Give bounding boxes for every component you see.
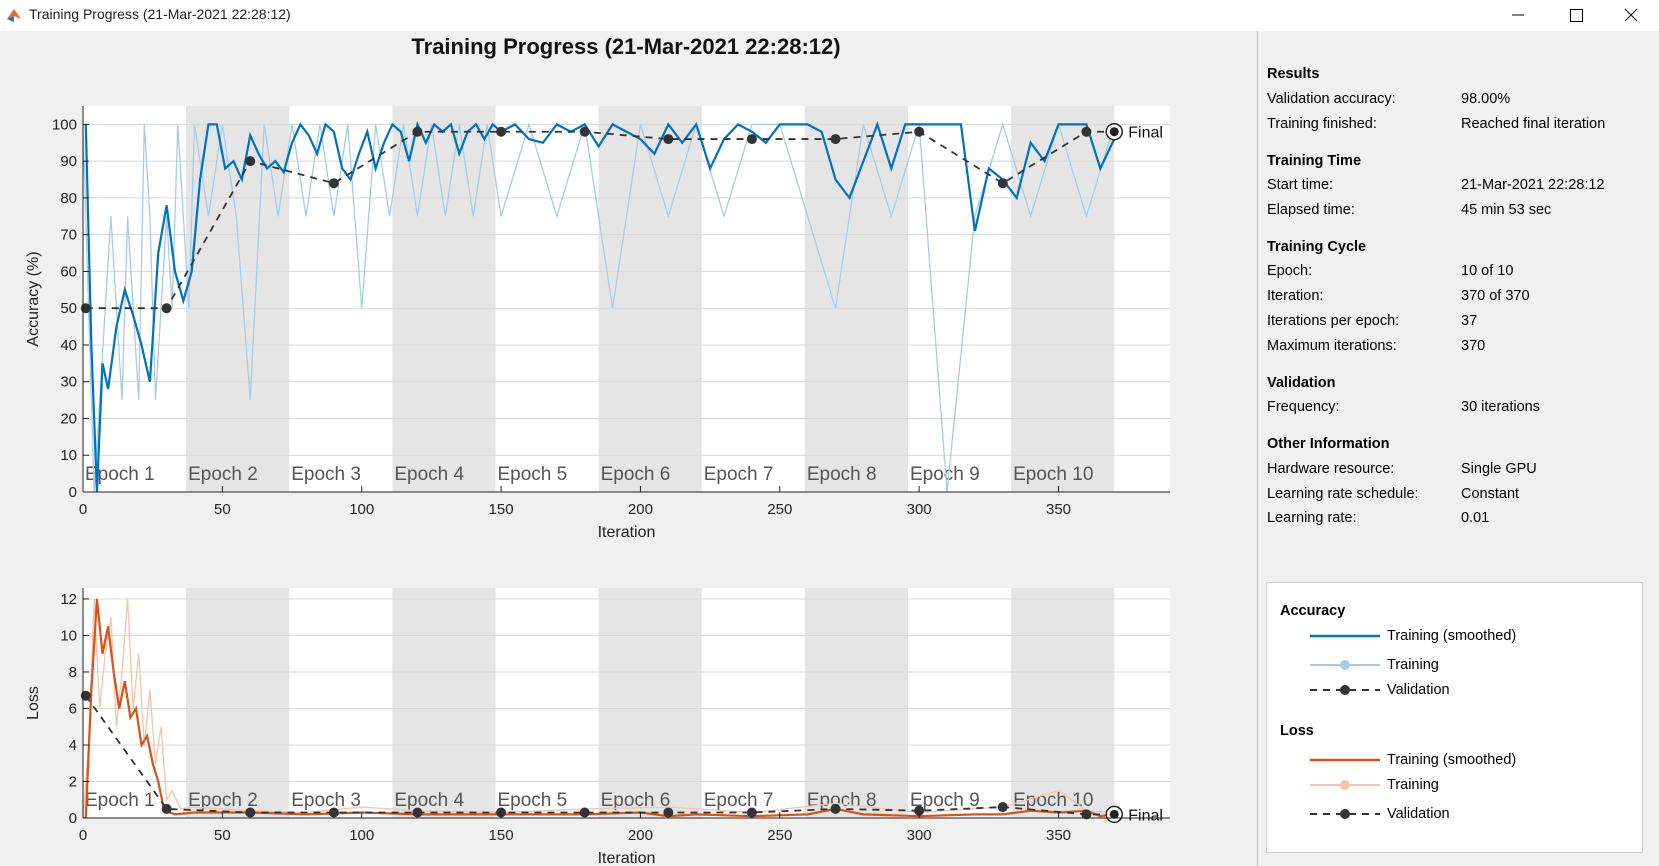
results-heading: Results <box>1267 66 1320 82</box>
legend-swatch-acc-validation <box>1310 685 1380 695</box>
epoch-band <box>186 588 290 818</box>
y-axis-label: Loss <box>25 686 42 720</box>
close-button[interactable] <box>1603 0 1659 31</box>
row-label: Learning rate: <box>1267 510 1357 526</box>
validation-point <box>80 690 91 701</box>
info-sidebar: Results Validation accuracy: 98.00% Trai… <box>1257 31 1659 866</box>
validation-point <box>245 807 256 818</box>
x-tick-label: 50 <box>214 827 231 844</box>
final-marker-dot <box>1109 809 1119 819</box>
maximum-iterations-value: 370 <box>1461 338 1486 354</box>
row-label: Iterations per epoch: <box>1267 313 1400 329</box>
row-label: Validation accuracy: <box>1267 91 1396 107</box>
legend-item: Training <box>1387 657 1439 673</box>
legend-swatch-loss-training <box>1310 780 1380 790</box>
training-cycle-heading: Training Cycle <box>1267 239 1367 255</box>
learning-rate-schedule-value: Constant <box>1461 486 1520 502</box>
legend-item: Training (smoothed) <box>1387 752 1517 768</box>
validation-point <box>746 807 757 818</box>
chart-legend: Accuracy Training (smoothed) Training Va… <box>1266 582 1643 853</box>
legend-item: Validation <box>1387 806 1450 822</box>
x-tick-label: 350 <box>1046 827 1071 844</box>
close-icon <box>1624 8 1638 22</box>
minimize-icon <box>1512 14 1524 16</box>
y-tick-label: 2 <box>69 773 77 790</box>
x-tick-label: 200 <box>628 827 653 844</box>
epoch-value: 10 of 10 <box>1461 263 1514 279</box>
start-time-value: 21-Mar-2021 22:28:12 <box>1461 177 1605 193</box>
y-tick-label: 12 <box>60 591 77 608</box>
validation-point <box>997 802 1008 813</box>
validation-point <box>328 807 339 818</box>
validation-point <box>412 807 423 818</box>
row-label: Learning rate schedule: <box>1267 486 1419 502</box>
epoch-label: Epoch 8 <box>807 790 877 811</box>
maximize-icon <box>1570 9 1583 22</box>
final-label: Final <box>1128 807 1163 824</box>
elapsed-time-value: 45 min 53 sec <box>1461 202 1552 218</box>
x-tick-label: 0 <box>79 827 87 844</box>
legend-swatch-loss-validation <box>1310 809 1380 819</box>
validation-accuracy-value: 98.00% <box>1461 91 1511 107</box>
x-tick-label: 150 <box>489 827 514 844</box>
minimize-button[interactable] <box>1490 0 1546 31</box>
validation-point <box>663 807 674 818</box>
other-information-heading: Other Information <box>1267 436 1390 452</box>
row-label: Training finished: <box>1267 116 1377 132</box>
legend-swatch-acc-training <box>1310 660 1380 670</box>
legend-item: Training <box>1387 777 1439 793</box>
validation-point <box>579 807 590 818</box>
legend-item: Validation <box>1387 682 1450 698</box>
validation-point <box>830 803 841 814</box>
row-label: Epoch: <box>1267 263 1313 279</box>
epoch-label: Epoch 7 <box>704 790 774 811</box>
row-label: Frequency: <box>1267 399 1340 415</box>
x-tick-label: 100 <box>349 827 374 844</box>
row-label: Start time: <box>1267 177 1334 193</box>
legend-swatch-loss-smoothed <box>1310 758 1380 762</box>
hardware-resource-value: Single GPU <box>1461 461 1537 477</box>
row-label: Hardware resource: <box>1267 461 1395 477</box>
epoch-band <box>392 588 496 818</box>
x-axis-label: Iteration <box>598 850 656 866</box>
validation-heading: Validation <box>1267 375 1336 391</box>
learning-rate-value: 0.01 <box>1461 510 1490 526</box>
maximize-button[interactable] <box>1548 0 1604 31</box>
epoch-band <box>1011 588 1115 818</box>
epoch-band <box>804 588 909 818</box>
row-label: Maximum iterations: <box>1267 338 1397 354</box>
validation-point <box>161 803 172 814</box>
iteration-value: 370 of 370 <box>1461 288 1530 304</box>
legend-loss-heading: Loss <box>1280 723 1314 739</box>
training-finished-value: Reached final iteration <box>1461 116 1606 132</box>
y-tick-label: 8 <box>69 664 77 681</box>
frequency-value: 30 iterations <box>1461 399 1540 415</box>
training-time-heading: Training Time <box>1267 153 1362 169</box>
iterations-per-epoch-value: 37 <box>1461 313 1478 329</box>
x-tick-label: 300 <box>907 827 932 844</box>
y-tick-label: 4 <box>69 737 77 754</box>
epoch-label: Epoch 4 <box>394 790 464 811</box>
legend-item: Training (smoothed) <box>1387 628 1517 644</box>
y-tick-label: 0 <box>69 810 77 827</box>
y-tick-label: 10 <box>60 627 77 644</box>
row-label: Elapsed time: <box>1267 202 1355 218</box>
legend-swatch-acc-smoothed <box>1310 634 1380 638</box>
y-tick-label: 6 <box>69 700 77 717</box>
row-label: Iteration: <box>1267 288 1324 304</box>
epoch-label: Epoch 5 <box>498 790 568 811</box>
epoch-band <box>598 588 702 818</box>
epoch-label: Epoch 1 <box>85 790 155 811</box>
legend-accuracy-heading: Accuracy <box>1280 603 1346 619</box>
x-tick-label: 250 <box>767 827 792 844</box>
loss-chart: Epoch 1 Epoch 2 Epoch 3 Epoch 4 Epoch 5 Epoch… <box>25 588 1170 866</box>
